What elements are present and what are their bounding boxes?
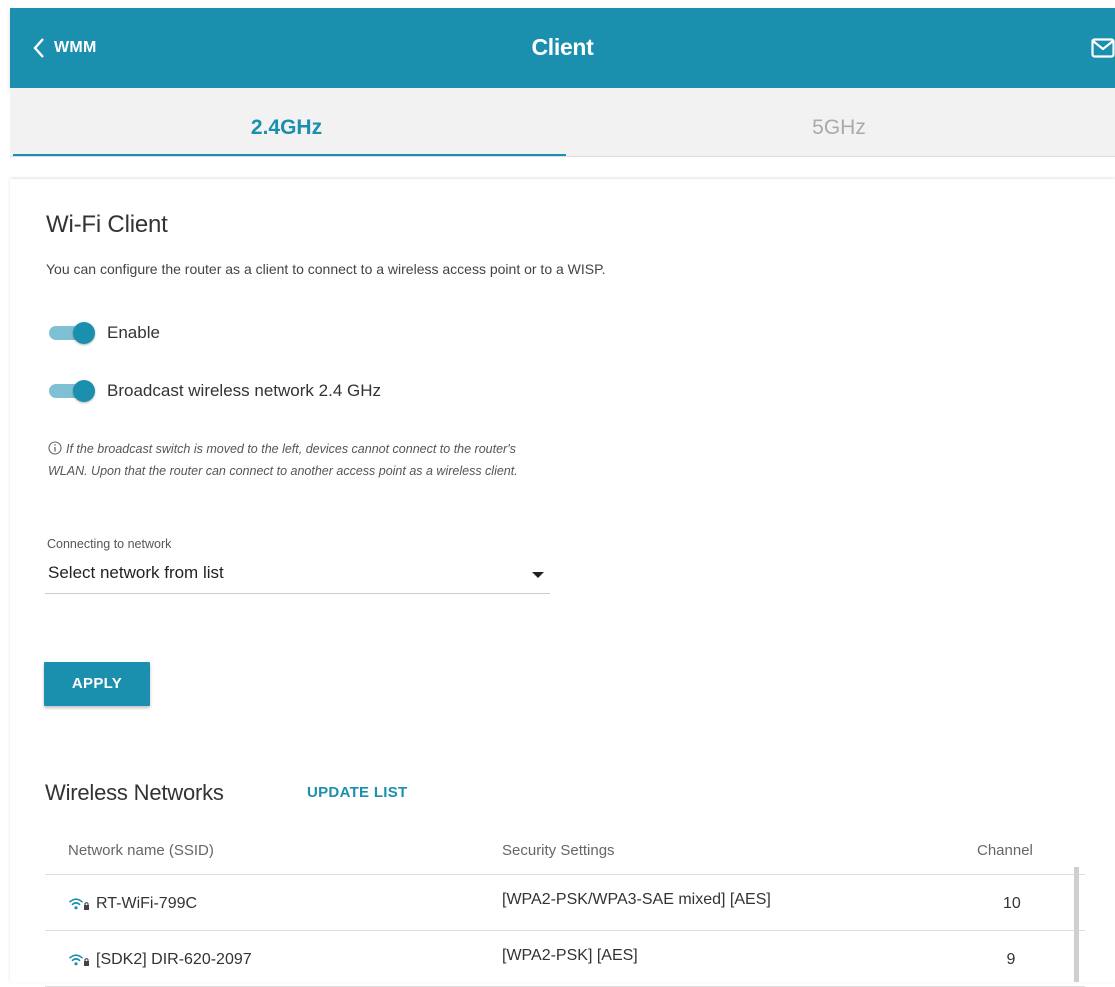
toggle-knob bbox=[73, 380, 95, 402]
page-title: Client bbox=[531, 34, 594, 60]
update-list-button[interactable]: UPDATE LIST bbox=[307, 784, 408, 801]
column-header-ssid: Network name (SSID) bbox=[68, 842, 214, 859]
ssid-cell: [SDK2] DIR-620-2097 bbox=[68, 951, 252, 969]
ssid-text: RT-WiFi-799C bbox=[96, 895, 198, 912]
column-header-security: Security Settings bbox=[502, 842, 615, 859]
channel-cell: 9 bbox=[1006, 951, 1016, 968]
apply-button[interactable]: APPLY bbox=[44, 662, 150, 706]
enable-toggle[interactable] bbox=[49, 321, 95, 345]
network-select[interactable]: Select network from list bbox=[45, 557, 550, 594]
band-tabs: 2.4GHz 5GHz bbox=[10, 88, 1115, 157]
broadcast-label: Broadcast wireless network 2.4 GHz bbox=[107, 381, 381, 400]
info-icon bbox=[48, 441, 62, 455]
toggle-knob bbox=[73, 322, 95, 344]
wifi-locked-icon bbox=[68, 954, 89, 966]
table-row[interactable]: RT-WiFi-799C [WPA2-PSK/WPA3-SAE mixed] [… bbox=[45, 875, 1085, 931]
table-scrollbar[interactable] bbox=[1074, 867, 1079, 982]
section-title: Wi-Fi Client bbox=[46, 211, 168, 238]
caret-down-icon bbox=[532, 572, 544, 578]
header-bar: WMM Client bbox=[10, 8, 1115, 88]
security-cell: [WPA2-PSK/WPA3-SAE mixed] [AES] bbox=[502, 891, 771, 908]
ssid-text: [SDK2] DIR-620-2097 bbox=[96, 951, 252, 968]
tab-5ghz[interactable]: 5GHz bbox=[563, 88, 1115, 156]
enable-label: Enable bbox=[107, 323, 160, 342]
mail-icon[interactable] bbox=[1091, 38, 1115, 58]
table-row[interactable]: [SDK2] DIR-620-2097 [WPA2-PSK] [AES] 9 bbox=[45, 931, 1085, 987]
wireless-networks-title: Wireless Networks bbox=[45, 780, 224, 805]
security-cell: [WPA2-PSK] [AES] bbox=[502, 947, 638, 964]
page: WMM Client 2.4GHz 5GHz Wi-Fi Client You … bbox=[10, 8, 1115, 987]
section-description: You can configure the router as a client… bbox=[46, 261, 606, 277]
broadcast-toggle[interactable] bbox=[49, 379, 95, 403]
ssid-cell: RT-WiFi-799C bbox=[68, 895, 197, 913]
info-text: If the broadcast switch is moved to the … bbox=[48, 442, 518, 478]
network-select-value: Select network from list bbox=[48, 563, 224, 582]
info-note: If the broadcast switch is moved to the … bbox=[48, 438, 558, 482]
channel-cell: 10 bbox=[1003, 895, 1021, 912]
network-field-label: Connecting to network bbox=[47, 537, 172, 551]
wifi-locked-icon bbox=[68, 898, 89, 910]
broadcast-toggle-row[interactable]: Broadcast wireless network 2.4 GHz bbox=[49, 377, 381, 405]
column-header-channel: Channel bbox=[977, 842, 1033, 859]
enable-toggle-row[interactable]: Enable bbox=[49, 319, 160, 347]
tabs-divider bbox=[10, 156, 1115, 157]
tab-2-4ghz[interactable]: 2.4GHz bbox=[10, 88, 563, 156]
